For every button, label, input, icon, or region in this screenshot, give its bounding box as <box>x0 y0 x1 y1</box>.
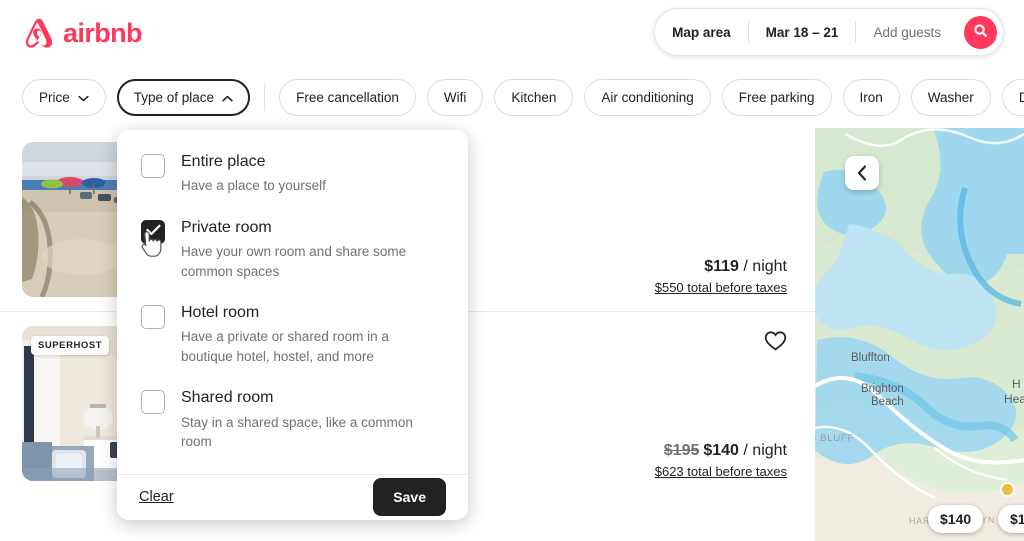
map-price-pin[interactable]: $140 <box>928 505 984 533</box>
listing-price: $195 $140 / night $623 total before taxes <box>655 442 787 479</box>
option-shared-room[interactable]: Shared room Stay in a shared space, like… <box>141 388 444 451</box>
filter-pill-free-cancellation[interactable]: Free cancellation <box>279 78 416 116</box>
checkbox-shared-room[interactable] <box>141 390 165 415</box>
filter-pill-label: Price <box>39 89 70 105</box>
map-canvas[interactable] <box>815 128 1024 541</box>
heart-icon[interactable] <box>764 330 787 356</box>
option-label: Private room <box>181 218 272 236</box>
type-of-place-dropdown: Entire place Have a place to yourself Pr… <box>117 130 468 520</box>
option-label: Hotel room <box>181 304 260 322</box>
filter-pill-air-conditioning[interactable]: Air conditioning <box>584 78 711 116</box>
map-label-hilton: H <box>1012 377 1021 391</box>
listing-price-current: $140 <box>703 442 739 459</box>
check-icon <box>145 223 161 241</box>
airbnb-search-page: airbnb Map area Mar 18 – 21 Add guests P… <box>0 0 1024 541</box>
option-label: Shared room <box>181 389 274 407</box>
checkbox-entire-place[interactable] <box>141 154 165 178</box>
search-guests-field[interactable]: Add guests <box>856 9 958 55</box>
filter-pill-label: Type of place <box>133 89 215 105</box>
airbnb-logo-icon <box>22 16 56 50</box>
option-label: Entire place <box>181 153 266 170</box>
map-label-bluffton: Bluffton <box>851 352 890 364</box>
listing-price-current: $119 <box>704 258 739 275</box>
map-label-beach: Beach <box>871 396 904 408</box>
map-label-brighton: Brighton <box>861 383 904 395</box>
filter-pill-free-parking[interactable]: Free parking <box>721 78 832 116</box>
option-description: Have your own room and share some common… <box>181 243 407 279</box>
option-description: Stay in a shared space, like a common ro… <box>181 414 413 450</box>
filter-pill-wifi[interactable]: Wifi <box>426 78 484 116</box>
search-submit-button[interactable] <box>964 15 997 49</box>
option-private-room[interactable]: Private room Have your own room and shar… <box>141 218 444 281</box>
map-poi-marker[interactable] <box>1000 482 1015 497</box>
superhost-badge: SUPERHOST <box>31 336 110 355</box>
map-panel[interactable]: Bluffton Brighton Beach D BLUFF H Hea HA… <box>815 128 1024 541</box>
filter-pill-bar: Price Type of place Free cancellation Wi… <box>0 66 1024 128</box>
option-entire-place[interactable]: Entire place Have a place to yourself <box>141 152 444 196</box>
filter-bar-divider <box>264 83 266 111</box>
chevron-left-icon <box>857 165 867 181</box>
clear-button[interactable]: Clear <box>139 489 174 505</box>
option-description: Have a private or shared room in a bouti… <box>181 329 389 364</box>
chevron-up-icon <box>222 90 233 105</box>
map-label-head: Hea <box>1004 392 1024 406</box>
filter-pill-price[interactable]: Price <box>22 78 106 116</box>
search-location-field[interactable]: Map area <box>655 9 748 55</box>
listing-price: $119 / night $550 total before taxes <box>655 258 787 295</box>
search-bar[interactable]: Map area Mar 18 – 21 Add guests <box>654 8 1004 56</box>
filter-pill-iron[interactable]: Iron <box>842 78 900 116</box>
map-label-bluff: D BLUFF <box>815 433 855 444</box>
chevron-down-icon <box>78 90 89 105</box>
dropdown-footer: Clear Save <box>117 473 468 520</box>
listing-price-unit: / night <box>743 442 787 459</box>
filter-pill-dryer[interactable]: Dryer <box>1001 78 1024 116</box>
filter-pill-washer[interactable]: Washer <box>910 78 991 116</box>
search-icon <box>973 23 988 41</box>
checkbox-private-room[interactable] <box>141 219 165 244</box>
site-header: airbnb Map area Mar 18 – 21 Add guests <box>0 0 1024 66</box>
listing-price-unit: / night <box>743 258 787 275</box>
filter-pill-type-of-place[interactable]: Type of place <box>116 78 251 116</box>
checkbox-hotel-room[interactable] <box>141 305 165 330</box>
map-label-yn: YN <box>981 515 995 525</box>
dropdown-options: Entire place Have a place to yourself Pr… <box>117 130 468 474</box>
filter-pill-kitchen[interactable]: Kitchen <box>494 78 574 116</box>
map-back-button[interactable] <box>845 156 879 190</box>
option-description: Have a place to yourself <box>181 178 326 194</box>
listing-price-total[interactable]: $550 total before taxes <box>655 280 787 295</box>
save-button[interactable]: Save <box>373 478 446 517</box>
map-price-pin[interactable]: $1 <box>998 505 1024 533</box>
airbnb-logo[interactable]: airbnb <box>22 16 143 50</box>
brand-name: airbnb <box>63 17 143 48</box>
listing-price-total[interactable]: $623 total before taxes <box>655 464 787 479</box>
search-dates-field[interactable]: Mar 18 – 21 <box>749 9 856 55</box>
option-hotel-room[interactable]: Hotel room Have a private or shared room… <box>141 303 444 366</box>
listing-price-original: $195 <box>663 442 700 459</box>
